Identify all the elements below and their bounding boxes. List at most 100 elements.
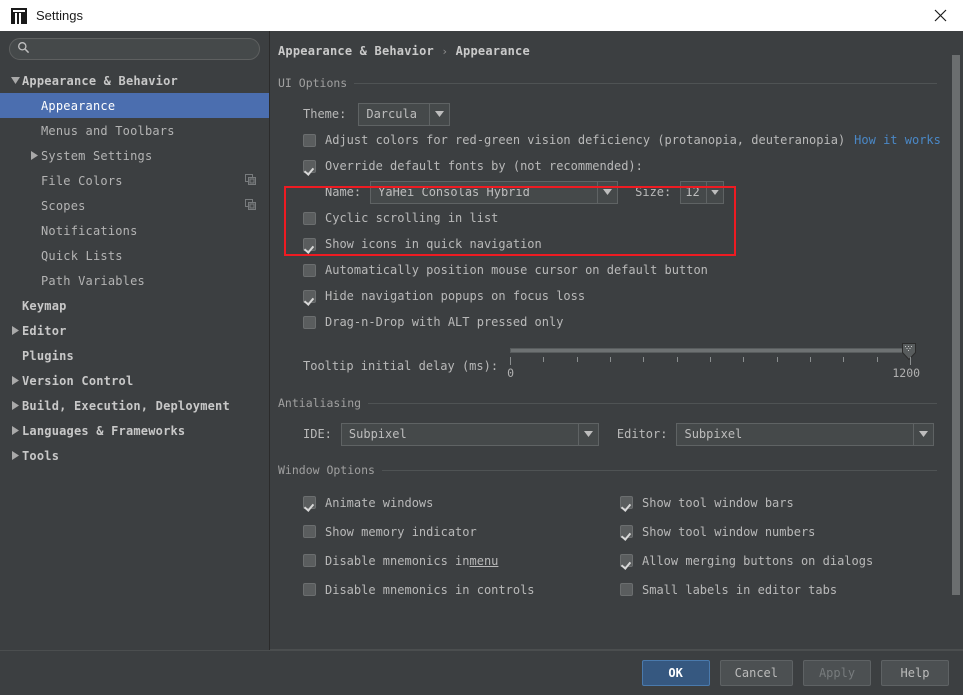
sidebar-item-label: Editor (22, 323, 67, 338)
sidebar-item-label: Version Control (22, 373, 134, 388)
sidebar-item-keymap[interactable]: Keymap (0, 293, 269, 318)
checkbox[interactable] (620, 554, 633, 567)
checkbox[interactable] (303, 315, 316, 329)
tooltip-delay-slider[interactable]: 0 1200 (507, 343, 920, 380)
chevron-down-icon[interactable] (9, 68, 22, 93)
checkbox[interactable] (303, 211, 316, 225)
sidebar-item-quick-lists[interactable]: Quick Lists (0, 243, 269, 268)
chevron-right-icon[interactable] (9, 368, 22, 393)
cancel-button[interactable]: Cancel (719, 660, 793, 686)
ok-button[interactable]: OK (641, 660, 710, 686)
slider-tick (876, 357, 878, 362)
checkbox[interactable] (303, 525, 316, 538)
window-options-right-column: Show tool window bars Show tool window nu… (620, 488, 937, 604)
search-field[interactable] (9, 38, 260, 60)
slider-tick (710, 357, 712, 362)
search-input[interactable] (35, 40, 235, 58)
checkbox[interactable] (620, 525, 633, 538)
sidebar-item-file-colors[interactable]: File Colors (0, 168, 269, 193)
sidebar-item-scopes[interactable]: Scopes (0, 193, 269, 218)
checkbox-label: Show tool window bars (642, 495, 794, 510)
help-button[interactable]: Help (881, 660, 949, 686)
sidebar-item-label: Appearance (41, 98, 116, 113)
ide-antialiasing-value: Subpixel (348, 427, 407, 441)
sidebar-item-label: Notifications (41, 223, 138, 238)
group-label-window-options: Window Options (278, 463, 375, 477)
tooltip-delay-label: Tooltip initial delay (ms): (303, 359, 499, 373)
checkbox[interactable] (303, 583, 316, 596)
slider-tick (643, 357, 645, 362)
ide-antialiasing-label: IDE: (303, 427, 332, 441)
breadcrumb-parent[interactable]: Appearance & Behavior (278, 44, 434, 58)
window-option-row: Show tool window bars (620, 488, 937, 517)
override-fonts-checkbox[interactable] (303, 159, 316, 173)
checkbox[interactable] (303, 496, 316, 509)
window-title: Settings (36, 8, 83, 23)
ui-option-row: Hide navigation popups on focus loss (278, 283, 937, 309)
sidebar-item-label: Scopes (41, 198, 86, 213)
sidebar-item-tools[interactable]: Tools (0, 443, 269, 468)
font-size-select[interactable]: 12 (680, 180, 725, 204)
close-icon[interactable] (917, 0, 963, 31)
how-it-works-link[interactable]: How it works (854, 133, 941, 147)
sidebar-item-appearance[interactable]: Appearance (0, 93, 269, 118)
editor-antialiasing-select[interactable]: Subpixel (676, 422, 935, 446)
checkbox[interactable] (303, 554, 316, 567)
checkbox-label: Show memory indicator (325, 524, 477, 539)
checkbox-label: Automatically position mouse cursor on d… (325, 263, 708, 277)
settings-tree: Appearance & Behavior Appearance Menus and… (0, 68, 269, 650)
sidebar-item-label: Quick Lists (41, 248, 123, 263)
theme-row: Theme: Darcula (278, 101, 937, 127)
chevron-right-icon[interactable] (28, 143, 41, 168)
override-fonts-row: Override default fonts by (not recommend… (278, 153, 937, 179)
sidebar-item-version-control[interactable]: Version Control (0, 368, 269, 393)
copy-icon (245, 173, 256, 188)
font-name-select[interactable]: YaHei Consolas Hybrid (370, 180, 619, 204)
checkbox-label: Cyclic scrolling in list (325, 211, 499, 225)
window-titlebar: Settings (0, 0, 963, 31)
window-options-grid: Animate windows Show memory indicator Disa… (278, 488, 937, 604)
sidebar-item-system-settings[interactable]: System Settings (0, 143, 269, 168)
chevron-right-icon[interactable] (9, 443, 22, 468)
sidebar-item-editor[interactable]: Editor (0, 318, 269, 343)
divider (368, 402, 937, 404)
ui-option-row: Automatically position mouse cursor on d… (278, 257, 937, 283)
chevron-right-icon[interactable] (9, 418, 22, 443)
sidebar-item-label: Build, Execution, Deployment (22, 398, 230, 413)
sidebar-item-languages-frameworks[interactable]: Languages & Frameworks (0, 418, 269, 443)
checkbox[interactable] (620, 583, 633, 596)
content-scrollbar[interactable] (952, 55, 960, 595)
checkbox[interactable] (620, 496, 633, 509)
sidebar-item-plugins[interactable]: Plugins (0, 343, 269, 368)
chevron-right-icon[interactable] (9, 318, 22, 343)
chevron-down-icon (706, 181, 723, 203)
checkbox-label: Small labels in editor tabs (642, 582, 838, 597)
checkbox[interactable] (303, 289, 316, 303)
window-option-row: Disable mnemonics in controls (303, 575, 620, 604)
checkbox[interactable] (303, 263, 316, 277)
sidebar-item-build-execution-deployment[interactable]: Build, Execution, Deployment (0, 393, 269, 418)
group-window-options: Window Options (278, 463, 937, 477)
theme-select[interactable]: Darcula (358, 102, 451, 126)
sidebar-item-appearance-behavior[interactable]: Appearance & Behavior (0, 68, 269, 93)
font-size-label: Size: (635, 185, 672, 199)
settings-sidebar: Appearance & Behavior Appearance Menus and… (0, 31, 270, 650)
sidebar-item-menus-and-toolbars[interactable]: Menus and Toolbars (0, 118, 269, 143)
sidebar-item-notifications[interactable]: Notifications (0, 218, 269, 243)
ide-antialiasing-select[interactable]: Subpixel (340, 422, 599, 446)
window-option-row: Disable mnemonics in menu (303, 546, 620, 575)
scrollbar-thumb[interactable] (952, 55, 960, 595)
protanopia-checkbox[interactable] (303, 133, 316, 147)
sidebar-item-path-variables[interactable]: Path Variables (0, 268, 269, 293)
chevron-right-icon[interactable] (9, 393, 22, 418)
theme-label: Theme: (303, 107, 347, 121)
slider-min-label: 0 (507, 366, 515, 380)
breadcrumb-current: Appearance (455, 44, 530, 58)
slider-track[interactable] (510, 343, 917, 361)
editor-antialiasing-label: Editor: (616, 427, 668, 441)
checkbox[interactable] (303, 237, 316, 251)
